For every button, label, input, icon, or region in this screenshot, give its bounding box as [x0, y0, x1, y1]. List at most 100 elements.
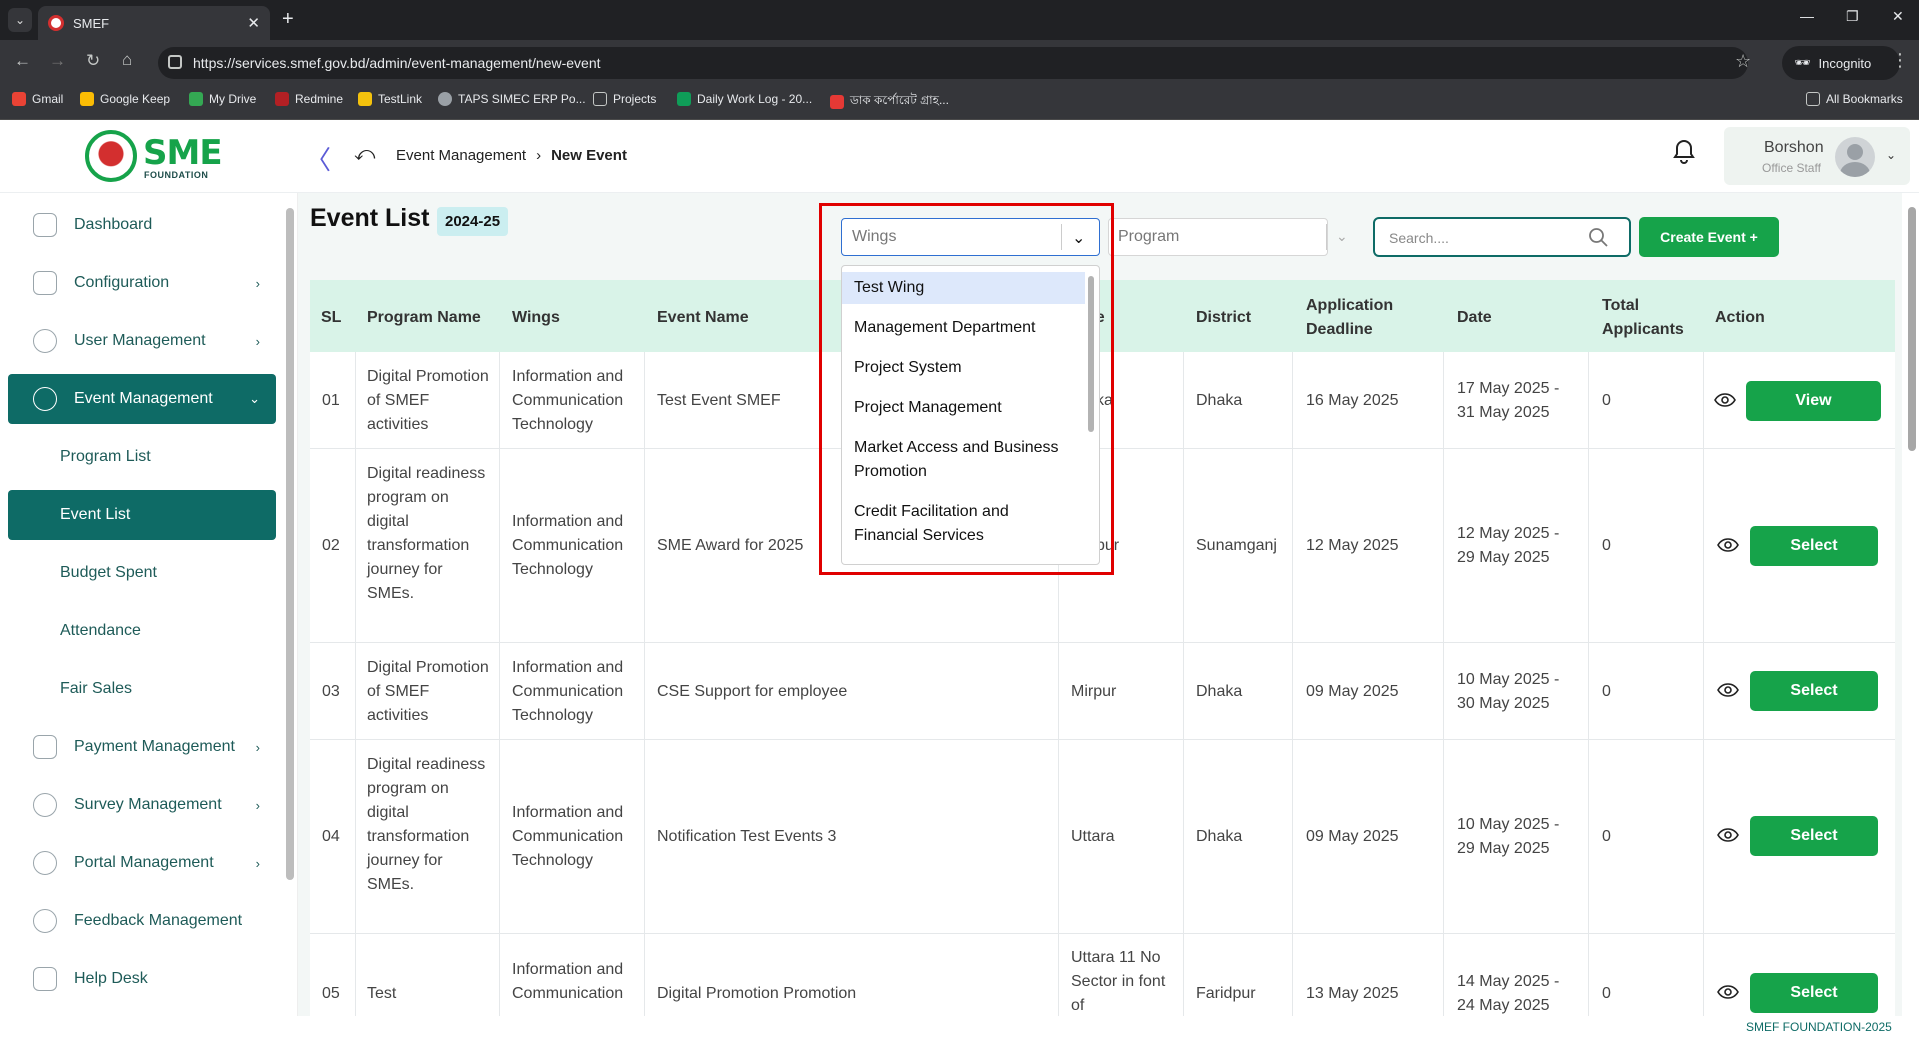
select-button[interactable]: Select [1750, 816, 1878, 856]
bookmark-redmine[interactable]: Redmine [275, 92, 343, 106]
app-header [0, 120, 1919, 193]
page-title: Event List [310, 204, 430, 232]
col-sl: SL [321, 309, 342, 326]
browser-tab[interactable]: SMEF ✕ [38, 6, 270, 40]
user-shield-icon [33, 329, 57, 353]
sidebar-item-user-management[interactable]: User Management › [8, 316, 276, 366]
bookmark-taps[interactable]: TAPS SIMEC ERP Po... [438, 92, 586, 106]
select-button[interactable]: Select [1750, 973, 1878, 1013]
search-icon[interactable] [1588, 227, 1608, 247]
sidebar-item-label: Configuration [74, 274, 170, 291]
bookmark-label: Projects [613, 92, 657, 106]
window-close-icon[interactable]: ✕ [1892, 8, 1904, 25]
reload-icon[interactable]: ↻ [86, 51, 100, 71]
bookmark-label: Daily Work Log - 20... [697, 92, 813, 106]
cell-deadline: 13 May 2025 [1306, 985, 1399, 1002]
tab-favicon-icon [48, 15, 64, 31]
page-scrollbar[interactable] [1908, 207, 1916, 451]
notification-bell-icon[interactable] [1672, 139, 1696, 165]
sidebar-scrollbar[interactable] [286, 208, 294, 880]
col-event-name: Event Name [657, 309, 749, 326]
url-text[interactable]: https://services.smef.gov.bd/admin/event… [193, 55, 601, 71]
chevron-down-icon[interactable]: ⌄ [1886, 148, 1896, 162]
restore-icon[interactable]: ❐ [1846, 8, 1859, 25]
bookmark-testlink[interactable]: TestLink [358, 92, 422, 106]
sme-logo[interactable]: SME [143, 133, 223, 173]
chevron-down-icon: ⌄ [249, 391, 260, 406]
sidebar-item-label: Event Management [74, 390, 213, 407]
eye-icon[interactable] [1717, 683, 1739, 697]
sidebar-item-label: Help Desk [74, 970, 148, 987]
incognito-badge[interactable]: 🕶 Incognito [1782, 46, 1900, 80]
sidebar-subitem-fair-sales[interactable]: Fair Sales [8, 664, 276, 714]
sidebar-item-configuration[interactable]: Configuration › [8, 258, 276, 308]
sidebar-subitem-attendance[interactable]: Attendance [8, 606, 276, 656]
col-total-applicants: Total Applicants [1602, 297, 1684, 338]
new-tab-icon[interactable]: + [282, 8, 294, 31]
cell-sl: 04 [322, 828, 340, 845]
event-icon [33, 387, 57, 411]
select-button[interactable]: Select [1750, 671, 1878, 711]
col-program-name: Program Name [367, 309, 481, 326]
minimize-icon[interactable]: — [1800, 8, 1814, 24]
bookmark-dak[interactable]: ডাক কর্পোরেট গ্রাহ... [830, 92, 949, 112]
dashboard-icon [33, 213, 57, 237]
home-icon[interactable]: ⌂ [122, 50, 132, 70]
bookmark-label: TAPS SIMEC ERP Po... [458, 92, 586, 106]
cell-program: Test [367, 985, 397, 1002]
eye-icon[interactable] [1717, 828, 1739, 842]
sidebar-subitem-event-list[interactable]: Event List [8, 490, 276, 540]
sidebar-item-survey-management[interactable]: Survey Management › [8, 780, 276, 830]
sidebar-subitem-budget-spent[interactable]: Budget Spent [8, 548, 276, 598]
back-icon[interactable]: ← [14, 51, 31, 71]
site-info-icon[interactable] [168, 55, 182, 69]
bookmark-google-keep[interactable]: Google Keep [80, 92, 170, 106]
select-button[interactable]: Select [1750, 526, 1878, 566]
cell-applicants: 0 [1602, 828, 1611, 845]
chevron-right-icon: › [255, 333, 260, 349]
sheets-icon [677, 92, 691, 106]
bookmark-projects[interactable]: Projects [593, 92, 656, 106]
tab-search-chevron-icon[interactable]: ⌄ [8, 8, 32, 32]
cell-applicants: 0 [1602, 683, 1611, 700]
view-button[interactable]: View [1746, 381, 1881, 421]
tab-close-icon[interactable]: ✕ [247, 14, 260, 32]
sidebar-subitem-program-list[interactable]: Program List [8, 432, 276, 482]
bookmark-daily-work-log[interactable]: Daily Work Log - 20... [677, 92, 812, 106]
bookmark-my-drive[interactable]: My Drive [189, 92, 256, 106]
cell-date: 12 May 2025 - 29 May 2025 [1457, 525, 1560, 566]
keep-icon [80, 92, 94, 106]
sidebar-item-help-desk[interactable]: Help Desk [8, 954, 276, 1004]
browser-menu-icon[interactable]: ⋮ [1891, 50, 1909, 71]
create-event-button[interactable]: Create Event + [1639, 217, 1779, 257]
bookmark-gmail[interactable]: Gmail [12, 92, 63, 106]
avatar[interactable] [1835, 137, 1875, 177]
cell-date: 10 May 2025 - 30 May 2025 [1457, 671, 1560, 712]
chevron-right-icon: › [255, 275, 260, 291]
column-divider [1703, 352, 1704, 1040]
breadcrumb: Event Management › New Event [396, 147, 627, 164]
bookmark-star-icon[interactable]: ☆ [1735, 51, 1751, 72]
breadcrumb-event-management[interactable]: Event Management [396, 147, 526, 164]
cell-program: Digital readiness program on digital tra… [367, 756, 486, 893]
sidebar-item-portal-management[interactable]: Portal Management › [8, 838, 276, 888]
cell-deadline: 12 May 2025 [1306, 537, 1399, 554]
bookmark-label: All Bookmarks [1826, 92, 1903, 106]
cell-program: Digital Promotion of SMEF activities [367, 368, 489, 433]
chevron-down-icon[interactable]: ⌄ [1336, 228, 1348, 245]
sidebar-item-payment-management[interactable]: Payment Management › [8, 722, 276, 772]
cell-event: CSE Support for employee [657, 683, 848, 700]
folder-icon [1806, 92, 1820, 106]
back-arrow-icon[interactable]: ⤺ [354, 143, 375, 166]
sidebar-item-dashboard[interactable]: Dashboard [8, 200, 276, 250]
all-bookmarks[interactable]: All Bookmarks [1806, 92, 1903, 106]
eye-icon[interactable] [1714, 393, 1736, 407]
eye-icon[interactable] [1717, 538, 1739, 552]
sidebar-item-feedback-management[interactable]: Feedback Management [8, 896, 276, 946]
bookmark-label: Google Keep [100, 92, 171, 106]
sidebar-item-event-management[interactable]: Event Management ⌄ [8, 374, 276, 424]
eye-icon[interactable] [1717, 985, 1739, 999]
sidebar-collapse-icon[interactable]: 〈 [305, 140, 331, 177]
cell-wings: Information and Communication Technology [512, 804, 624, 869]
forward-icon[interactable]: → [49, 51, 66, 71]
